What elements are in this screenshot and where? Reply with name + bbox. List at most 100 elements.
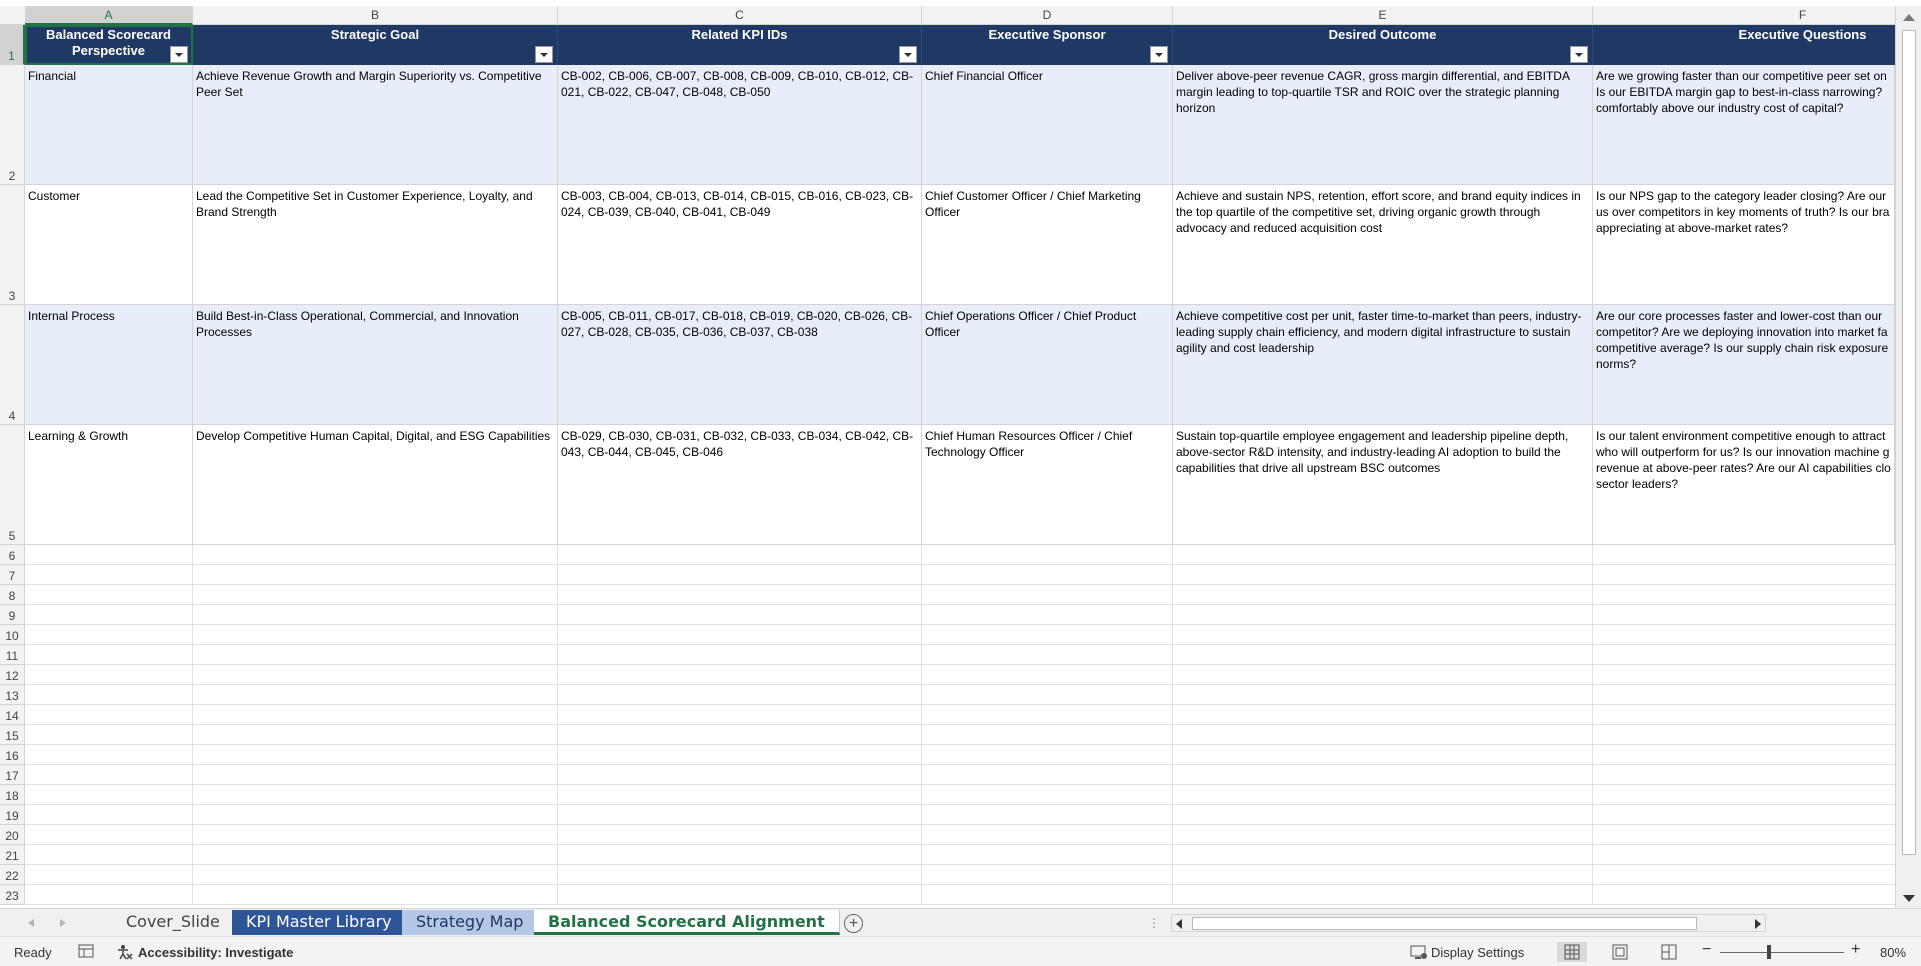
empty-row[interactable] — [25, 865, 1895, 885]
display-settings-label[interactable]: Display Settings — [1431, 945, 1524, 960]
cell-perspective[interactable]: Customer — [25, 185, 193, 305]
cell-kpi-ids[interactable]: CB-029, CB-030, CB-031, CB-032, CB-033, … — [558, 425, 922, 545]
empty-row[interactable] — [25, 685, 1895, 705]
tab-kpi-master-library[interactable]: KPI Master Library — [232, 910, 407, 935]
empty-row[interactable] — [25, 765, 1895, 785]
empty-row[interactable] — [25, 745, 1895, 765]
empty-row[interactable] — [25, 805, 1895, 825]
empty-row[interactable] — [25, 845, 1895, 865]
row-header[interactable]: 8 — [0, 585, 25, 605]
empty-row[interactable] — [25, 885, 1895, 905]
row-header[interactable]: 23 — [0, 885, 25, 905]
column-header-f[interactable]: F — [1593, 6, 1921, 25]
cell-executive-questions[interactable]: Is our NPS gap to the category leader cl… — [1593, 185, 1895, 305]
row-header[interactable]: 2 — [0, 65, 25, 185]
cell-kpi-ids[interactable]: CB-003, CB-004, CB-013, CB-014, CB-015, … — [558, 185, 922, 305]
tab-strategy-map[interactable]: Strategy Map — [402, 910, 539, 935]
empty-row[interactable] — [25, 665, 1895, 685]
display-settings-icon[interactable] — [1410, 944, 1428, 963]
row-header[interactable]: 1 — [0, 25, 25, 65]
cell-executive-sponsor[interactable]: Chief Operations Officer / Chief Product… — [922, 305, 1173, 425]
column-header-e[interactable]: E — [1173, 6, 1593, 25]
cell-executive-questions[interactable]: Is our talent environment competitive en… — [1593, 425, 1895, 545]
cell-perspective[interactable]: Financial — [25, 65, 193, 185]
scroll-right-icon[interactable] — [1755, 919, 1761, 929]
vertical-scrollbar[interactable] — [1895, 6, 1921, 908]
cell-kpi-ids[interactable]: CB-005, CB-011, CB-017, CB-018, CB-019, … — [558, 305, 922, 425]
column-header-d[interactable]: D — [922, 6, 1173, 25]
cell-executive-questions[interactable]: Are we growing faster than our competiti… — [1593, 65, 1895, 185]
empty-row[interactable] — [25, 705, 1895, 725]
header-cell-executive-sponsor[interactable]: Executive Sponsor — [922, 25, 1173, 65]
cell-desired-outcome[interactable]: Sustain top-quartile employee engagement… — [1173, 425, 1593, 545]
row-header[interactable]: 9 — [0, 605, 25, 625]
header-cell-perspective[interactable]: Balanced Scorecard Perspective — [25, 25, 193, 65]
cell-executive-questions[interactable]: Are our core processes faster and lower-… — [1593, 305, 1895, 425]
horizontal-scrollbar[interactable] — [1171, 914, 1766, 932]
header-cell-kpi-ids[interactable]: Related KPI IDs — [558, 25, 922, 65]
empty-row[interactable] — [25, 725, 1895, 745]
row-header[interactable]: 21 — [0, 845, 25, 865]
filter-dropdown-icon[interactable] — [899, 46, 917, 63]
row-header[interactable]: 17 — [0, 765, 25, 785]
row-header[interactable]: 13 — [0, 685, 25, 705]
empty-row[interactable] — [25, 585, 1895, 605]
empty-row[interactable] — [25, 625, 1895, 645]
column-header-c[interactable]: C — [558, 6, 922, 25]
row-header[interactable]: 18 — [0, 785, 25, 805]
page-layout-icon[interactable] — [1605, 942, 1635, 962]
row-header[interactable]: 5 — [0, 425, 25, 545]
normal-view-icon[interactable] — [1557, 942, 1587, 962]
row-header[interactable]: 15 — [0, 725, 25, 745]
cell-desired-outcome[interactable]: Achieve competitive cost per unit, faste… — [1173, 305, 1593, 425]
prev-sheet-icon[interactable] — [28, 919, 34, 927]
column-header-b[interactable]: B — [193, 6, 558, 25]
cell-strategic-goal[interactable]: Build Best-in-Class Operational, Commerc… — [193, 305, 558, 425]
cell-perspective[interactable]: Learning & Growth — [25, 425, 193, 545]
empty-row[interactable] — [25, 565, 1895, 585]
cell-executive-sponsor[interactable]: Chief Customer Officer / Chief Marketing… — [922, 185, 1173, 305]
header-cell-strategic-goal[interactable]: Strategic Goal — [193, 25, 558, 65]
zoom-slider-thumb[interactable] — [1767, 945, 1771, 959]
row-header[interactable]: 3 — [0, 185, 25, 305]
zoom-slider[interactable] — [1720, 952, 1844, 953]
row-header[interactable]: 6 — [0, 545, 25, 565]
empty-row[interactable] — [25, 545, 1895, 565]
row-header[interactable]: 19 — [0, 805, 25, 825]
row-header[interactable]: 10 — [0, 625, 25, 645]
accessibility-icon[interactable] — [116, 944, 134, 963]
zoom-in-icon[interactable]: + — [1851, 941, 1860, 959]
empty-row[interactable] — [25, 825, 1895, 845]
macro-record-icon[interactable] — [78, 944, 94, 961]
next-sheet-icon[interactable] — [60, 919, 66, 927]
row-header[interactable]: 14 — [0, 705, 25, 725]
empty-row[interactable] — [25, 605, 1895, 625]
cell-desired-outcome[interactable]: Achieve and sustain NPS, retention, effo… — [1173, 185, 1593, 305]
cell-executive-sponsor[interactable]: Chief Human Resources Officer / Chief Te… — [922, 425, 1173, 545]
cell-executive-sponsor[interactable]: Chief Financial Officer — [922, 65, 1173, 185]
filter-dropdown-icon[interactable] — [170, 46, 188, 63]
row-header[interactable]: 11 — [0, 645, 25, 665]
add-sheet-icon[interactable]: + — [844, 914, 863, 933]
cell-strategic-goal[interactable]: Lead the Competitive Set in Customer Exp… — [193, 185, 558, 305]
filter-dropdown-icon[interactable] — [535, 46, 553, 63]
horizontal-scroll-thumb[interactable] — [1192, 917, 1697, 930]
filter-dropdown-icon[interactable] — [1150, 46, 1168, 63]
row-header[interactable]: 16 — [0, 745, 25, 765]
cell-desired-outcome[interactable]: Deliver above-peer revenue CAGR, gross m… — [1173, 65, 1593, 185]
accessibility-status[interactable]: Accessibility: Investigate — [138, 945, 293, 960]
cell-strategic-goal[interactable]: Achieve Revenue Growth and Margin Superi… — [193, 65, 558, 185]
filter-dropdown-icon[interactable] — [1570, 46, 1588, 63]
zoom-out-icon[interactable]: − — [1702, 941, 1711, 959]
cell-perspective[interactable]: Internal Process — [25, 305, 193, 425]
tab-cover-slide[interactable]: Cover_Slide — [112, 910, 235, 935]
zoom-level[interactable]: 80% — [1880, 945, 1906, 960]
row-header[interactable]: 20 — [0, 825, 25, 845]
page-break-icon[interactable] — [1654, 942, 1684, 962]
scroll-down-icon[interactable] — [1903, 895, 1915, 902]
column-header-a[interactable]: A — [25, 6, 193, 25]
empty-row[interactable] — [25, 645, 1895, 665]
row-header[interactable]: 12 — [0, 665, 25, 685]
empty-row[interactable] — [25, 785, 1895, 805]
header-cell-executive-questions[interactable]: Executive Questions — [1593, 25, 1921, 65]
